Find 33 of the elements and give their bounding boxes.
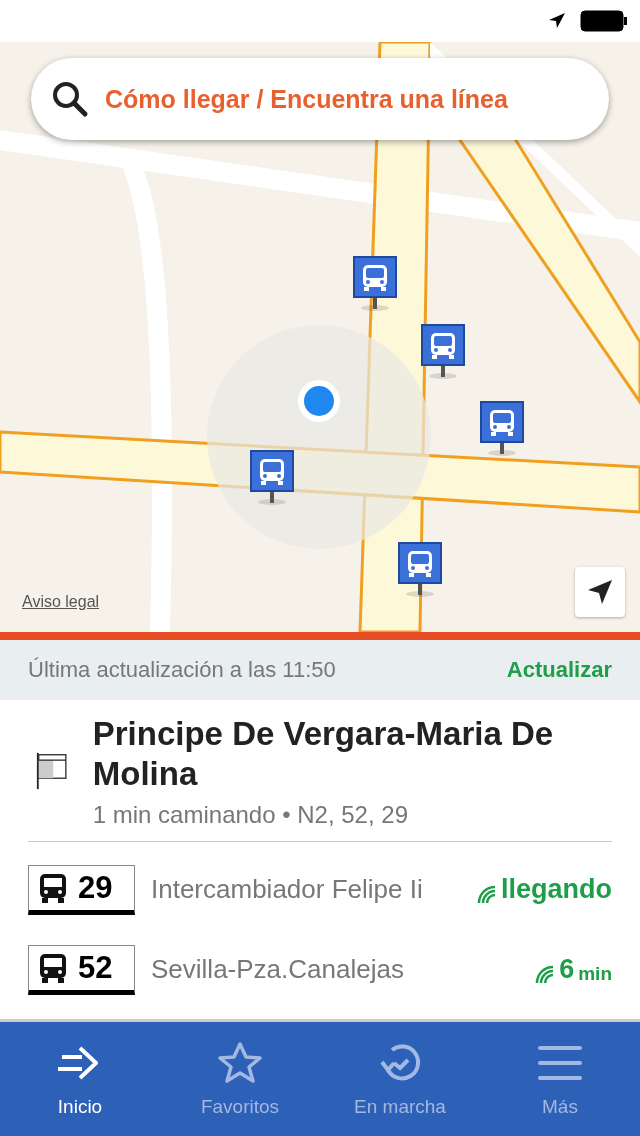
time-unit: min (578, 963, 612, 985)
tab[interactable]: Inicio (0, 1022, 160, 1136)
location-arrow-icon (548, 12, 566, 30)
line-number: 52 (78, 949, 113, 986)
bus-icon (38, 951, 68, 984)
arrival-time: llegando (501, 874, 612, 905)
live-signal-icon (535, 965, 556, 985)
battery-icon (580, 10, 628, 32)
bus-stop-marker-icon[interactable] (353, 256, 397, 312)
refresh-button[interactable]: Actualizar (506, 657, 612, 683)
legal-link[interactable]: Aviso legal (22, 593, 100, 611)
destination-text: Intercambiador Felipe Ii (151, 874, 424, 905)
stop-name: Principe De Vergara-Maria De Molina (92, 714, 555, 795)
bus-stop-marker-icon[interactable] (480, 401, 524, 457)
bus-icon (38, 871, 68, 904)
live-signal-icon (477, 885, 497, 905)
bus-stop-sign-icon (36, 751, 67, 792)
current-location-dot (297, 379, 341, 423)
destination-text: Sevilla-Pza.Canalejas (151, 954, 405, 985)
bus-stop-marker-icon[interactable] (421, 324, 465, 380)
last-update-text: Última actualización a las 11:50 (28, 657, 336, 683)
line-number: 29 (78, 869, 113, 906)
tab[interactable]: En marcha (320, 1022, 480, 1136)
tab[interactable]: Favoritos (160, 1022, 320, 1136)
tab[interactable]: Más (480, 1022, 640, 1136)
locate-button[interactable] (575, 567, 625, 617)
navigation-arrow-icon (586, 578, 614, 606)
stop-details: 1 min caminando • N2, 52, 29 (92, 800, 409, 829)
bus-stop-marker-icon[interactable] (398, 542, 442, 598)
bus-stop-marker-icon[interactable] (250, 450, 294, 506)
search-icon (51, 80, 89, 118)
search-field[interactable]: Cómo llegar / Encuentra una línea (31, 58, 609, 140)
arrival-time: 6 (559, 954, 575, 985)
